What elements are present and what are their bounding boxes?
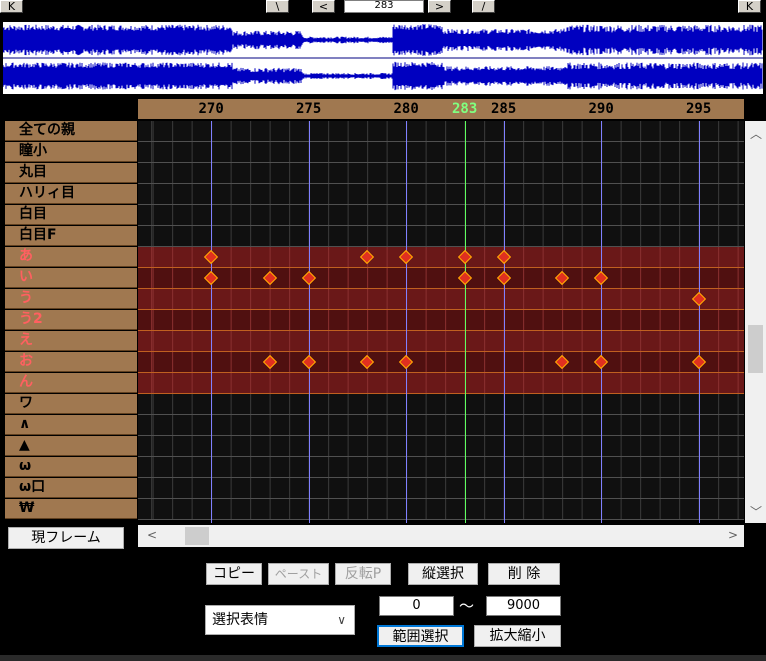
track-row[interactable]	[138, 436, 744, 457]
track-row[interactable]	[138, 142, 744, 163]
waveform-channel	[3, 24, 763, 56]
major-frame-line	[601, 121, 603, 523]
track-label[interactable]: お	[5, 352, 137, 372]
ruler-tick-label: 290	[588, 101, 614, 117]
ruler-tick-label: 280	[393, 101, 419, 117]
track-label-list[interactable]: 全ての親 瞳小 丸目 ハリィ目 白目 白目F あいうう2 えおんワ ∧ ▲ ω ω口 ₩	[5, 121, 137, 523]
vertical-scroll-thumb[interactable]	[748, 325, 763, 373]
track-row[interactable]	[138, 457, 744, 478]
last-frame-button[interactable]: K	[738, 0, 761, 13]
scroll-down-icon[interactable]: ﹀	[750, 503, 762, 520]
ruler-tick-label: 270	[198, 101, 224, 117]
track-label[interactable]: ω	[5, 457, 137, 477]
next-frame-button[interactable]: >	[428, 0, 451, 13]
track-label[interactable]: い	[5, 268, 137, 288]
horizontal-scroll-thumb[interactable]	[185, 527, 209, 545]
track-row[interactable]	[138, 373, 744, 394]
scale-button[interactable]: 拡大縮小	[474, 625, 561, 647]
current-frame-button[interactable]: 現フレーム	[8, 527, 124, 549]
expression-select-dropdown[interactable]: 選択表情 ∨	[205, 605, 355, 635]
track-row[interactable]	[138, 247, 744, 268]
vertical-scrollbar[interactable]: ︿ ﹀	[745, 121, 766, 523]
track-label[interactable]: 全ての親	[5, 121, 137, 141]
track-row[interactable]	[138, 310, 744, 331]
waveform-channel	[3, 61, 763, 91]
next-keyframe-button[interactable]: /	[472, 0, 495, 13]
track-label[interactable]: う2	[5, 310, 137, 330]
paste-button[interactable]: ペースト	[268, 563, 329, 585]
frame-ruler[interactable]: 270 275 280 283 285 290 295	[138, 99, 744, 119]
track-row[interactable]	[138, 478, 744, 499]
track-row[interactable]	[138, 352, 744, 373]
track-row[interactable]	[138, 394, 744, 415]
horizontal-scrollbar[interactable]: < >	[138, 525, 744, 547]
ruler-tick-label: 285	[490, 101, 517, 117]
track-label[interactable]: ▲	[5, 436, 137, 456]
scroll-up-icon[interactable]: ︿	[750, 125, 762, 142]
track-label[interactable]: ん	[5, 373, 137, 393]
prev-frame-button[interactable]: <	[312, 0, 335, 13]
track-row[interactable]	[138, 226, 744, 247]
track-row[interactable]	[138, 205, 744, 226]
scroll-left-icon[interactable]: <	[147, 528, 157, 542]
range-to-input[interactable]: 9000	[486, 596, 561, 616]
track-label[interactable]: ₩	[5, 499, 137, 519]
track-row[interactable]	[138, 184, 744, 205]
ruler-current-frame-label: 283	[451, 101, 478, 117]
track-label[interactable]: ハリィ目	[5, 184, 137, 204]
copy-button[interactable]: コピー	[206, 563, 262, 585]
track-row[interactable]	[138, 415, 744, 436]
ruler-tick-label: 295	[685, 101, 712, 117]
current-frame-line	[464, 121, 466, 523]
first-frame-button[interactable]: K	[0, 0, 23, 13]
invert-paste-button[interactable]: 反転P	[335, 563, 391, 585]
range-tilde: ～	[459, 597, 475, 615]
track-label[interactable]: ワ	[5, 394, 137, 414]
track-label[interactable]: ∧	[5, 415, 137, 435]
major-frame-line	[406, 121, 408, 523]
track-label[interactable]: う	[5, 289, 137, 309]
track-row[interactable]	[138, 499, 744, 520]
range-select-button[interactable]: 範囲選択	[377, 625, 464, 647]
track-row[interactable]	[138, 268, 744, 289]
track-label[interactable]: 瞳小	[5, 142, 137, 162]
major-frame-line	[308, 121, 310, 523]
frame-number-input[interactable]: 283	[344, 0, 424, 13]
major-frame-line	[211, 121, 213, 523]
vertical-select-button[interactable]: 縦選択	[408, 563, 478, 585]
scroll-right-icon[interactable]: >	[728, 528, 738, 542]
keyframe-grid[interactable]	[138, 121, 744, 523]
ruler-tick-label: 275	[295, 101, 322, 117]
dropdown-value: 選択表情	[212, 612, 268, 628]
track-label[interactable]: 白目	[5, 205, 137, 225]
track-row[interactable]	[138, 121, 744, 142]
chevron-down-icon: ∨	[337, 613, 346, 627]
track-label[interactable]: あ	[5, 247, 137, 267]
track-row[interactable]	[138, 331, 744, 352]
track-label[interactable]: ω口	[5, 478, 137, 498]
major-frame-line	[503, 121, 505, 523]
track-row[interactable]	[138, 163, 744, 184]
audio-waveform[interactable]	[3, 22, 763, 94]
major-frame-line	[698, 121, 700, 523]
track-label[interactable]: 丸目	[5, 163, 137, 183]
range-from-input[interactable]: 0	[379, 596, 454, 616]
track-label[interactable]: 白目F	[5, 226, 137, 246]
delete-button[interactable]: 削 除	[488, 563, 560, 585]
track-row[interactable]	[138, 289, 744, 310]
prev-keyframe-button[interactable]: \	[266, 0, 289, 13]
track-label[interactable]: え	[5, 331, 137, 351]
bottom-border	[0, 655, 766, 661]
